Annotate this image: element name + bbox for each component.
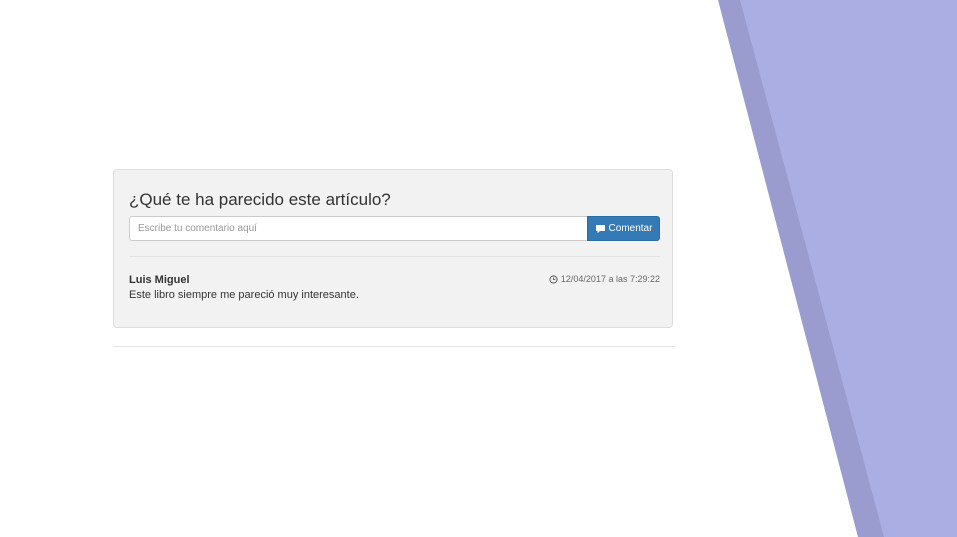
comments-title: ¿Qué te ha parecido este artículo?: [129, 190, 391, 209]
comment-submit-button[interactable]: Comentar: [587, 216, 660, 241]
comment-date-text: 12/04/2017 a las 7:29:22: [560, 274, 660, 284]
page: ¿Qué te ha parecido este artículo? Comen…: [0, 0, 957, 537]
comment-panel: ¿Qué te ha parecido este artículo? Comen…: [113, 169, 673, 328]
clock-icon: [549, 274, 558, 284]
decorative-light-band: [740, 0, 957, 537]
comment-timestamp: 12/04/2017 a las 7:29:22: [549, 274, 660, 284]
comment-icon: [595, 224, 606, 234]
comment-input[interactable]: [129, 216, 587, 241]
comment-submit-label: Comentar: [608, 223, 653, 234]
divider: [129, 256, 660, 257]
section-bottom-divider: [113, 346, 675, 347]
comment-text: Este libro siempre me pareció muy intere…: [129, 289, 359, 301]
comment-item: Luis Miguel Este libro siempre me pareci…: [129, 274, 660, 306]
comment-author: Luis Miguel: [129, 274, 190, 286]
decorative-dark-band: [718, 0, 957, 537]
comment-form: Comentar: [129, 216, 660, 241]
